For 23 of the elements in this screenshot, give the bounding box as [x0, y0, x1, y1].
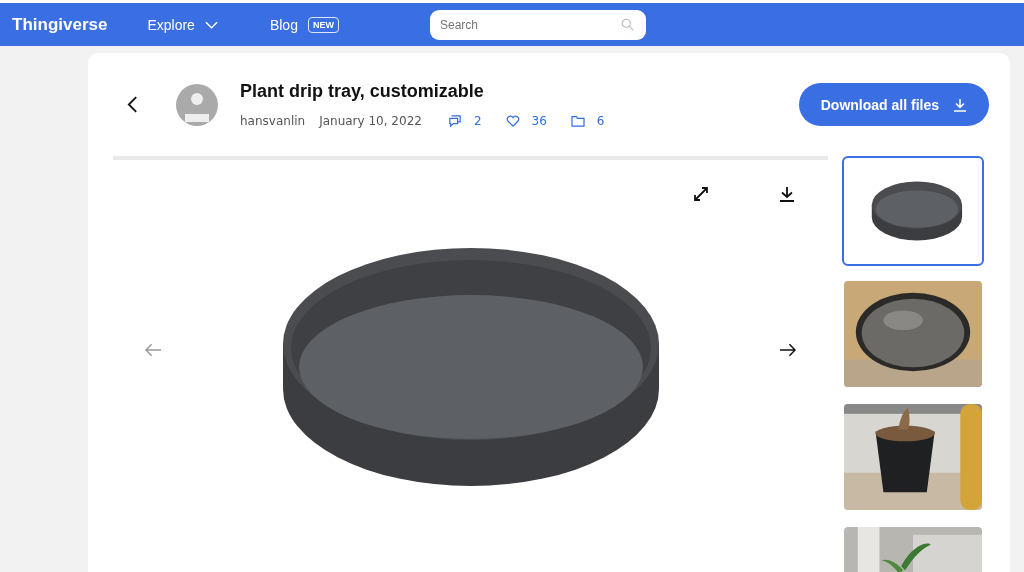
comments-icon[interactable]	[447, 115, 462, 127]
nav-link[interactable]: Explore	[147, 16, 195, 33]
publish-date: January 10, 2022	[319, 114, 422, 128]
folder-icon[interactable]	[570, 115, 585, 127]
search-field[interactable]: Search	[430, 9, 646, 40]
new-badge: NEW	[307, 16, 339, 33]
file-count: 6	[596, 114, 605, 128]
like-count: 36	[531, 114, 547, 128]
expand-icon[interactable]	[693, 186, 709, 202]
download-icon[interactable]	[779, 186, 795, 202]
logo[interactable]: Thingiverse	[12, 14, 108, 35]
previous-arrow-icon[interactable]	[145, 342, 162, 357]
author-link[interactable]: hansvanlin	[240, 114, 306, 128]
nav-link[interactable]: Blog	[269, 16, 298, 33]
thing-title: Plant drip tray, customizable	[240, 81, 485, 102]
comment-count: 2	[473, 114, 482, 128]
download-all-button[interactable]: Download all files	[798, 83, 989, 126]
heart-icon[interactable]	[505, 115, 520, 127]
download-icon	[953, 97, 967, 112]
search-icon	[621, 17, 634, 31]
next-arrow-icon[interactable]	[779, 342, 796, 357]
thumbnail[interactable]	[842, 156, 984, 266]
chevron-down-icon[interactable]	[204, 20, 218, 29]
